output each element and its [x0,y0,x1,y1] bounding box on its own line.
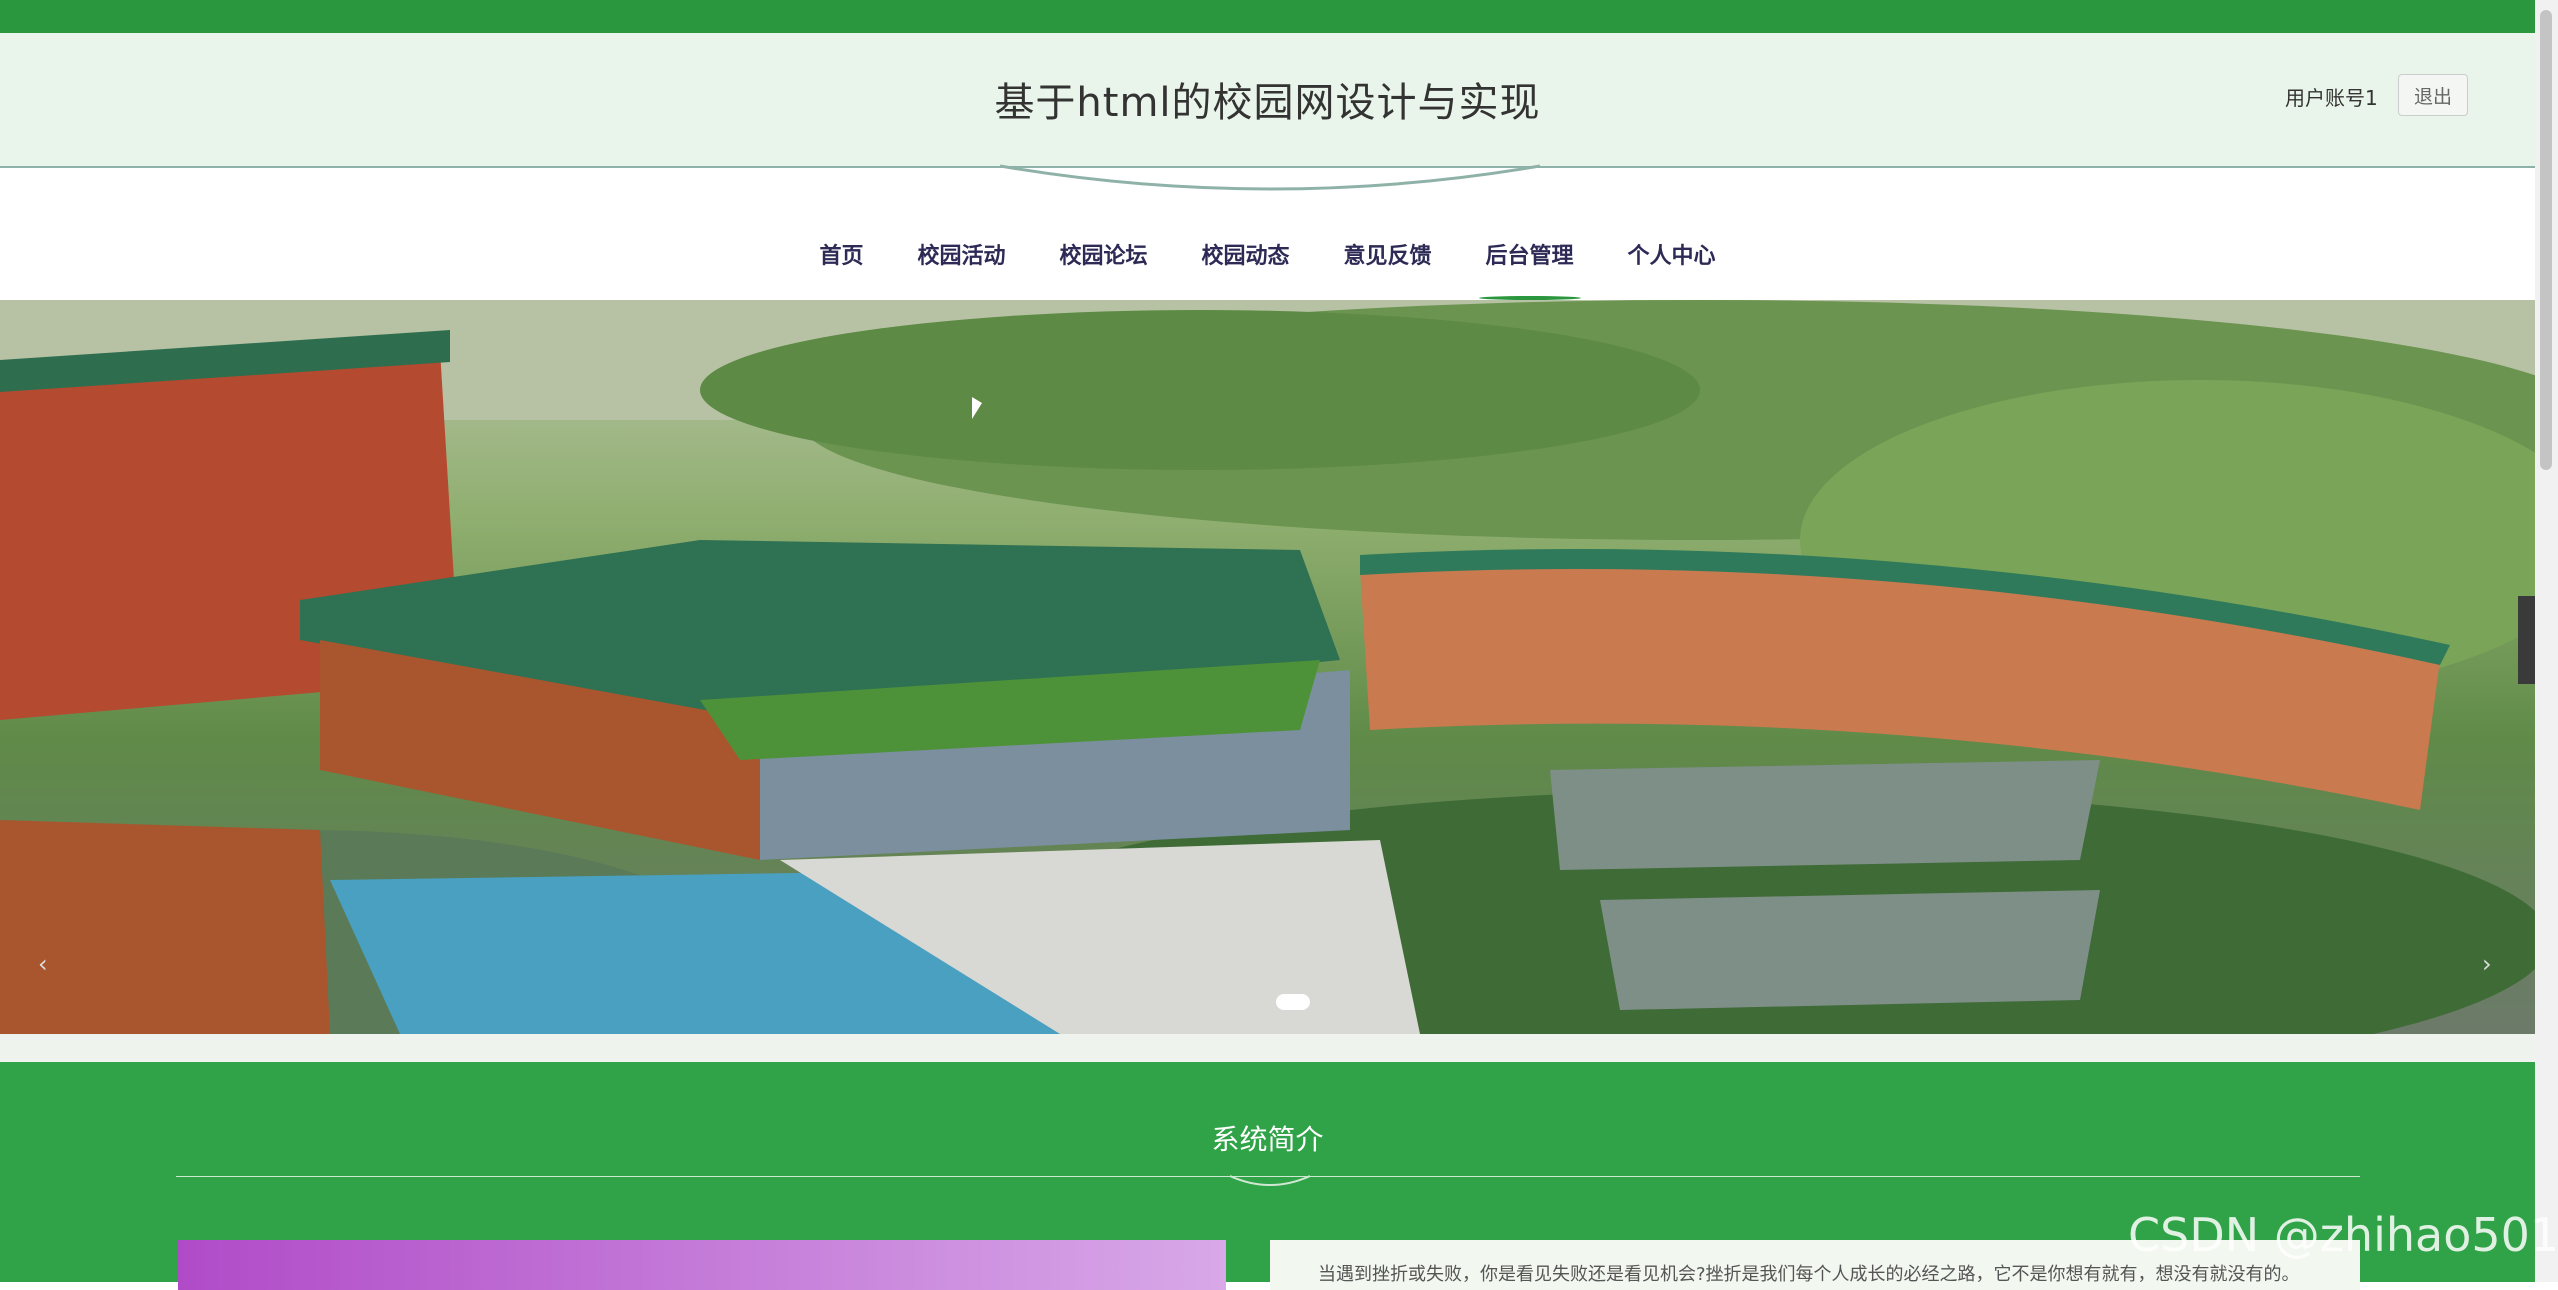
section-gap [0,1034,2535,1062]
header-arc-decoration [1000,164,1540,191]
banner-image [0,300,2535,1034]
nav-item-campus-news[interactable]: 校园动态 [1174,220,1316,300]
site-title: 基于html的校园网设计与实现 [994,80,1541,126]
nav-item-feedback[interactable]: 意见反馈 [1317,220,1459,300]
scrollbar-thumb[interactable] [2540,10,2552,470]
nav-item-home[interactable]: 首页 [792,220,890,300]
nav-item-campus-activities[interactable]: 校园活动 [890,220,1032,300]
csdn-watermark: CSDN @zhihao501 [2128,1208,2558,1262]
nav-item-personal-center[interactable]: 个人中心 [1601,220,1743,300]
slide-indicator-dot[interactable] [1276,994,1310,1010]
intro-divider-notch [1230,1175,1310,1186]
banner-carousel[interactable]: ‹ › [0,300,2535,1034]
nav-item-campus-forum[interactable]: 校园论坛 [1032,220,1174,300]
prev-slide-icon[interactable]: ‹ [38,950,48,978]
user-account-label: 用户账号1 [2285,86,2378,110]
mouse-cursor-icon [972,397,982,419]
next-slide-icon[interactable]: › [2482,950,2492,978]
logout-button[interactable]: 退出 [2398,74,2468,116]
nav-item-admin[interactable]: 后台管理 [1459,220,1601,300]
intro-image [178,1240,1226,1290]
intro-title: 系统简介 [1211,1123,1324,1156]
top-accent-bar [0,0,2558,33]
main-nav: 首页 校园活动 校园论坛 校园动态 意见反馈 后台管理 个人中心 [0,220,2535,300]
